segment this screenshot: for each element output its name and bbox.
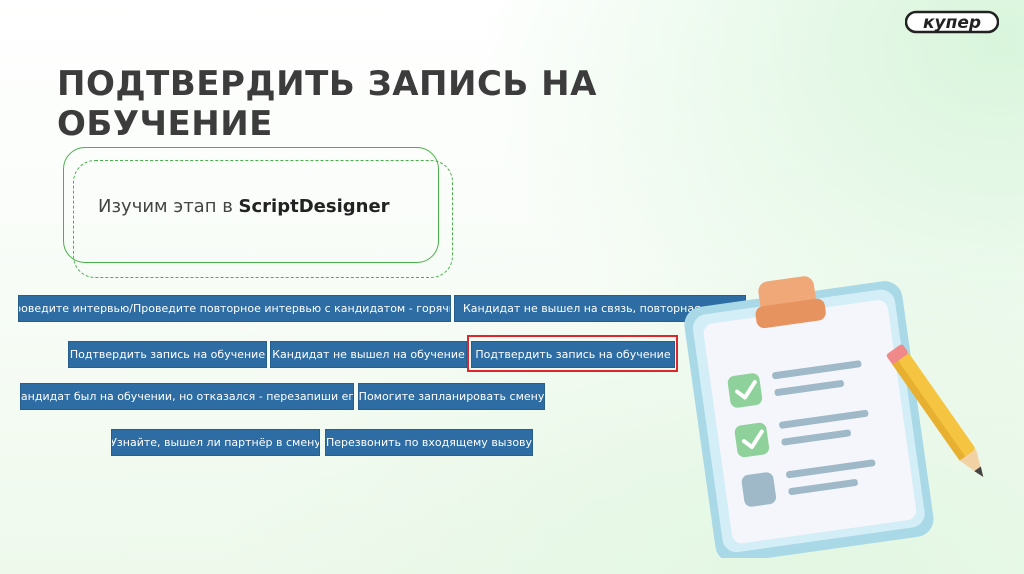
- logo-text: купер: [923, 13, 981, 33]
- clipboard-checklist-icon: [684, 276, 984, 558]
- callback-incoming-button[interactable]: Перезвонить по входящему вызову: [325, 429, 533, 456]
- subtitle-bold: ScriptDesigner: [238, 196, 390, 217]
- title-line-2: ОБУЧЕНИЕ: [57, 104, 273, 144]
- page-title: ПОДТВЕРДИТЬ ЗАПИСЬ НА ОБУЧЕНИЕ: [57, 64, 597, 144]
- confirm-training-button-1[interactable]: Подтвердить запись на обучение: [68, 341, 267, 368]
- subtitle-prefix: Изучим этап в: [98, 196, 239, 217]
- title-line-1: ПОДТВЕРДИТЬ ЗАПИСЬ НА: [57, 64, 597, 104]
- frame-dashed: [73, 160, 453, 278]
- kuper-logo: купер: [905, 10, 999, 34]
- interview-hot-button[interactable]: Проведите интервью/Проведите повторное и…: [18, 295, 451, 322]
- subtitle: Изучим этап в ScriptDesigner: [98, 196, 390, 217]
- partner-shift-check-button[interactable]: Узнайте, вышел ли партнёр в смену: [111, 429, 320, 456]
- highlight-frame: [467, 335, 678, 372]
- refused-after-training-button[interactable]: Кандидат был на обучении, но отказался -…: [20, 383, 354, 410]
- no-show-training-button[interactable]: Кандидат не вышел на обучение: [270, 341, 467, 368]
- plan-shift-button[interactable]: Помогите запланировать смену: [358, 383, 545, 410]
